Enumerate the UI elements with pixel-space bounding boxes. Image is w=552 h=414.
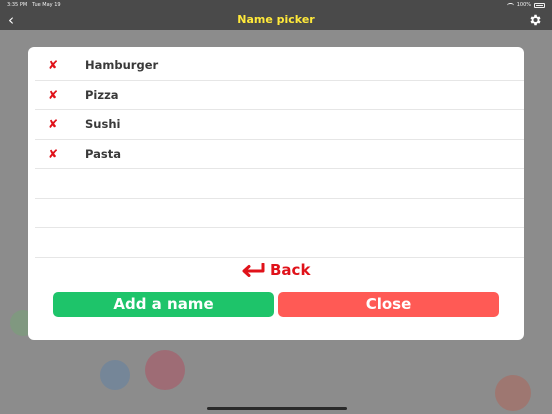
list-item: ✘ Sushi bbox=[35, 110, 524, 140]
home-indicator[interactable] bbox=[207, 407, 347, 410]
list-item: ✘ Pasta bbox=[35, 140, 524, 169]
page-title: Name picker bbox=[237, 13, 315, 26]
status-right: 100% bbox=[506, 2, 545, 8]
background-blob bbox=[495, 375, 531, 411]
add-name-button[interactable]: Add a name bbox=[53, 292, 274, 317]
status-bar: 3:35 PM Tue May 19 100% bbox=[0, 0, 552, 10]
close-button[interactable]: Close bbox=[278, 292, 499, 317]
list-item: ✘ Pizza bbox=[35, 81, 524, 110]
name-list: ✘ Hamburger ✘ Pizza ✘ Sushi ✘ Pasta bbox=[35, 51, 524, 258]
delete-icon[interactable]: ✘ bbox=[47, 115, 59, 133]
gear-icon[interactable] bbox=[528, 13, 542, 27]
back-link[interactable]: Back bbox=[240, 260, 316, 280]
delete-icon[interactable]: ✘ bbox=[47, 56, 59, 74]
empty-list-item bbox=[35, 169, 524, 199]
battery-icon bbox=[534, 2, 545, 8]
name-label: Hamburger bbox=[85, 58, 159, 72]
list-item: ✘ Hamburger bbox=[35, 51, 524, 81]
name-label: Pizza bbox=[85, 87, 119, 102]
return-arrow-icon bbox=[242, 263, 265, 277]
wifi-icon bbox=[506, 2, 514, 8]
name-label: Pasta bbox=[85, 146, 121, 161]
delete-icon[interactable]: ✘ bbox=[47, 86, 59, 104]
background-blob bbox=[100, 360, 130, 390]
status-time: 3:35 PM bbox=[7, 2, 28, 8]
battery-percent: 100% bbox=[516, 2, 531, 8]
status-date: Tue May 19 bbox=[32, 2, 61, 8]
delete-icon[interactable]: ✘ bbox=[47, 145, 59, 163]
empty-list-item bbox=[35, 228, 524, 258]
name-label: Sushi bbox=[85, 117, 121, 131]
back-label: Back bbox=[270, 261, 311, 279]
empty-list-item bbox=[35, 199, 524, 228]
name-picker-dialog: ✘ Hamburger ✘ Pizza ✘ Sushi ✘ Pasta Back… bbox=[28, 47, 524, 340]
nav-bar: ‹ Name picker bbox=[0, 10, 552, 30]
background-blob bbox=[145, 350, 185, 390]
